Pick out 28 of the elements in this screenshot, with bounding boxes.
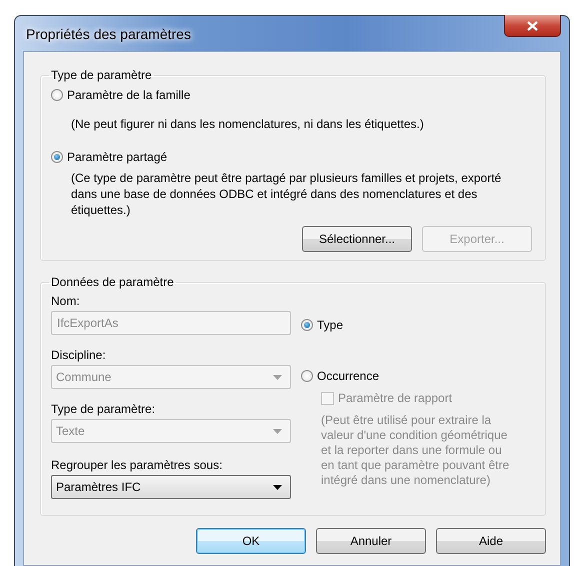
cancel-button[interactable]: Annuler: [316, 528, 426, 554]
radio-label[interactable]: Type: [317, 318, 344, 332]
caret-icon: [273, 428, 282, 434]
close-button[interactable]: [504, 15, 561, 37]
radio-label[interactable]: Paramètre de la famille: [67, 88, 190, 102]
group-title: Type de paramètre: [50, 68, 153, 82]
radio-label[interactable]: Occurrence: [317, 369, 380, 383]
radio-label[interactable]: Paramètre partagé: [67, 150, 168, 164]
description-text: (Ne peut figurer ni dans les nomenclatures, ni dans les étiquettes.): [71, 116, 425, 132]
ok-button[interactable]: OK: [196, 528, 306, 554]
group-title: Données de paramètre: [50, 275, 175, 289]
field-label: Discipline:: [51, 347, 107, 363]
field-label: Nom:: [51, 293, 81, 309]
select-button[interactable]: Sélectionner...: [302, 226, 412, 252]
field-label: Regrouper les paramètres sous:: [51, 457, 224, 473]
window-title: Propriétés des paramètres: [26, 26, 191, 42]
radio-button[interactable]: [51, 151, 63, 163]
field-label: Type de paramètre:: [51, 401, 156, 417]
close-icon: [527, 20, 538, 30]
description-text: (Peut être utilisé pour extraire la valeur d'une condition géométrique et la reporter dans une formule ou en tant que paramètre pouvant être intégré dans une nomenclature): [321, 413, 510, 488]
radio-button[interactable]: [301, 370, 313, 382]
caret-icon: [273, 374, 282, 380]
help-button[interactable]: Aide: [436, 528, 546, 554]
radio-button[interactable]: [51, 89, 63, 101]
dropdown[interactable]: Paramètres IFC: [51, 475, 291, 499]
radio-button[interactable]: [301, 319, 313, 331]
description-text: (Ce type de paramètre peut être partagé par plusieurs familles et projets, exporté dans une base de données ODBC et intégré dans des nomenclatures et des étiquettes.): [71, 170, 502, 218]
caret-icon: [273, 484, 282, 490]
